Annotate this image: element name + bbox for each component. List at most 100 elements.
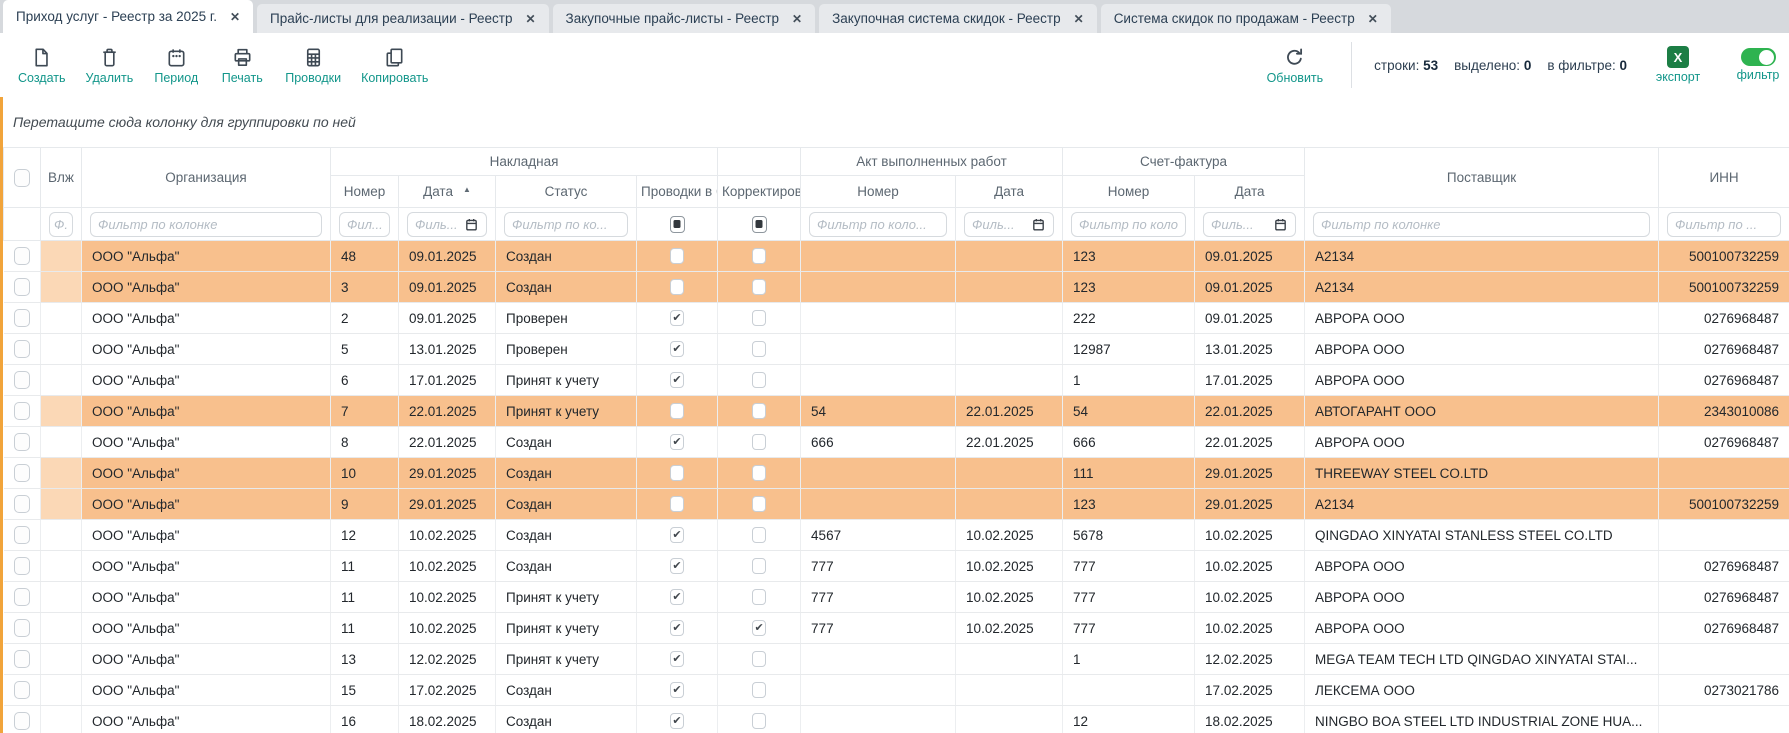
row-checkbox[interactable]: [14, 247, 30, 265]
column-header-invoice-date[interactable]: Дата▲: [399, 176, 496, 208]
table-row[interactable]: ООО "Альфа"929.01.2025Создан12329.01.202…: [4, 489, 1789, 520]
postings-checkbox[interactable]: [670, 682, 684, 698]
table-row[interactable]: ООО "Альфа"1110.02.2025Принят к учету777…: [4, 582, 1789, 613]
postings-checkbox[interactable]: [670, 713, 684, 729]
tab-zakupochnye-price-listy[interactable]: Закупочные прайс-листы - Реестр ✕: [553, 4, 816, 33]
factura-date-filter-input[interactable]: [1211, 217, 1271, 232]
correction-checkbox[interactable]: [752, 341, 766, 357]
column-header-act-number[interactable]: Номер: [801, 176, 956, 208]
table-row[interactable]: ООО "Альфа"1110.02.2025Создан77710.02.20…: [4, 551, 1789, 582]
postings-filter-checkbox[interactable]: [670, 216, 685, 233]
select-all-checkbox[interactable]: [14, 169, 30, 187]
row-checkbox[interactable]: [14, 309, 30, 327]
filter-toggle-button[interactable]: фильтр: [1729, 46, 1787, 84]
column-header-attachments[interactable]: Влж: [41, 148, 82, 208]
postings-checkbox[interactable]: [670, 465, 684, 481]
column-header-status[interactable]: Статус: [496, 176, 637, 208]
postings-button[interactable]: Проводки: [279, 44, 347, 87]
row-checkbox[interactable]: [14, 278, 30, 296]
tab-zakupochnaya-sistema-skidok[interactable]: Закупочная система скидок - Реестр ✕: [819, 4, 1097, 33]
postings-checkbox[interactable]: [670, 589, 684, 605]
row-checkbox[interactable]: [14, 495, 30, 513]
close-icon[interactable]: ✕: [792, 12, 802, 26]
correction-checkbox[interactable]: [752, 403, 766, 419]
column-header-act-date[interactable]: Дата: [956, 176, 1063, 208]
postings-checkbox[interactable]: [670, 620, 684, 636]
invoice-number-filter-input[interactable]: [347, 217, 382, 232]
column-header-correction[interactable]: Корректировка: [718, 176, 801, 208]
act-number-filter-input[interactable]: [817, 217, 939, 232]
correction-checkbox[interactable]: [752, 713, 766, 729]
act-date-filter-input[interactable]: [972, 217, 1029, 232]
table-row[interactable]: ООО "Альфа"722.01.2025Принят к учету5422…: [4, 396, 1789, 427]
group-drop-zone[interactable]: Перетащите сюда колонку для группировки …: [3, 97, 1789, 147]
close-icon[interactable]: ✕: [1368, 12, 1378, 26]
supplier-filter-input[interactable]: [1321, 217, 1642, 232]
tab-sistema-skidok-po-prodazham[interactable]: Система скидок по продажам - Реестр ✕: [1101, 4, 1391, 33]
correction-checkbox[interactable]: [752, 496, 766, 512]
postings-checkbox[interactable]: [670, 341, 684, 357]
postings-checkbox[interactable]: [670, 248, 684, 264]
create-button[interactable]: Создать: [12, 44, 72, 87]
close-icon[interactable]: ✕: [1074, 12, 1084, 26]
excel-export-button[interactable]: X экспорт: [1649, 44, 1707, 86]
correction-checkbox[interactable]: [752, 651, 766, 667]
postings-checkbox[interactable]: [670, 527, 684, 543]
invoice-date-filter-input[interactable]: [415, 217, 462, 232]
row-checkbox[interactable]: [14, 588, 30, 606]
inn-filter-input[interactable]: [1675, 217, 1773, 232]
table-row[interactable]: ООО "Альфа"513.01.2025Проверен1298713.01…: [4, 334, 1789, 365]
table-row[interactable]: ООО "Альфа"1618.02.2025Создан1218.02.202…: [4, 706, 1789, 733]
close-icon[interactable]: ✕: [525, 12, 535, 26]
attachments-filter-input[interactable]: [54, 217, 68, 232]
postings-checkbox[interactable]: [670, 279, 684, 295]
row-checkbox[interactable]: [14, 464, 30, 482]
correction-checkbox[interactable]: [752, 248, 766, 264]
column-header-organization[interactable]: Организация: [82, 148, 331, 208]
status-filter-input[interactable]: [512, 217, 620, 232]
table-row[interactable]: ООО "Альфа"309.01.2025Создан12309.01.202…: [4, 272, 1789, 303]
refresh-button[interactable]: Обновить: [1261, 44, 1330, 87]
row-checkbox[interactable]: [14, 681, 30, 699]
column-header-supplier[interactable]: Поставщик: [1305, 148, 1659, 208]
postings-checkbox[interactable]: [670, 434, 684, 450]
postings-checkbox[interactable]: [670, 496, 684, 512]
column-header-postings-in-balance[interactable]: Проводки в балансе: [637, 176, 718, 208]
period-button[interactable]: Период: [147, 44, 205, 87]
organization-filter-input[interactable]: [98, 217, 314, 232]
row-checkbox[interactable]: [14, 340, 30, 358]
copy-button[interactable]: Копировать: [355, 44, 434, 87]
row-checkbox[interactable]: [14, 371, 30, 389]
close-icon[interactable]: ✕: [230, 10, 240, 24]
table-row[interactable]: ООО "Альфа"617.01.2025Принят к учету117.…: [4, 365, 1789, 396]
postings-checkbox[interactable]: [670, 651, 684, 667]
column-header-factura-number[interactable]: Номер: [1063, 176, 1195, 208]
correction-checkbox[interactable]: [752, 589, 766, 605]
row-checkbox[interactable]: [14, 557, 30, 575]
tab-prihod-uslug[interactable]: Приход услуг - Реестр за 2025 г. ✕: [3, 0, 253, 33]
correction-checkbox[interactable]: [752, 620, 766, 636]
column-header-invoice-number[interactable]: Номер: [331, 176, 399, 208]
table-row[interactable]: ООО "Альфа"4809.01.2025Создан12309.01.20…: [4, 241, 1789, 272]
row-checkbox[interactable]: [14, 712, 30, 730]
column-header-inn[interactable]: ИНН: [1659, 148, 1789, 208]
row-checkbox[interactable]: [14, 433, 30, 451]
table-row[interactable]: ООО "Альфа"1029.01.2025Создан11129.01.20…: [4, 458, 1789, 489]
table-row[interactable]: ООО "Альфа"209.01.2025Проверен22209.01.2…: [4, 303, 1789, 334]
correction-checkbox[interactable]: [752, 465, 766, 481]
row-checkbox[interactable]: [14, 650, 30, 668]
table-row[interactable]: ООО "Альфа"822.01.2025Создан66622.01.202…: [4, 427, 1789, 458]
table-row[interactable]: ООО "Альфа"1517.02.2025Создан17.02.2025Л…: [4, 675, 1789, 706]
table-row[interactable]: ООО "Альфа"1210.02.2025Создан456710.02.2…: [4, 520, 1789, 551]
factura-number-filter-input[interactable]: [1079, 217, 1178, 232]
postings-checkbox[interactable]: [670, 558, 684, 574]
row-checkbox[interactable]: [14, 402, 30, 420]
print-button[interactable]: Печать: [213, 44, 271, 87]
postings-checkbox[interactable]: [670, 372, 684, 388]
correction-checkbox[interactable]: [752, 434, 766, 450]
correction-checkbox[interactable]: [752, 682, 766, 698]
postings-checkbox[interactable]: [670, 403, 684, 419]
row-checkbox[interactable]: [14, 619, 30, 637]
tab-price-listy-realizacii[interactable]: Прайс-листы для реализации - Реестр ✕: [257, 4, 549, 33]
correction-filter-checkbox[interactable]: [752, 216, 767, 233]
